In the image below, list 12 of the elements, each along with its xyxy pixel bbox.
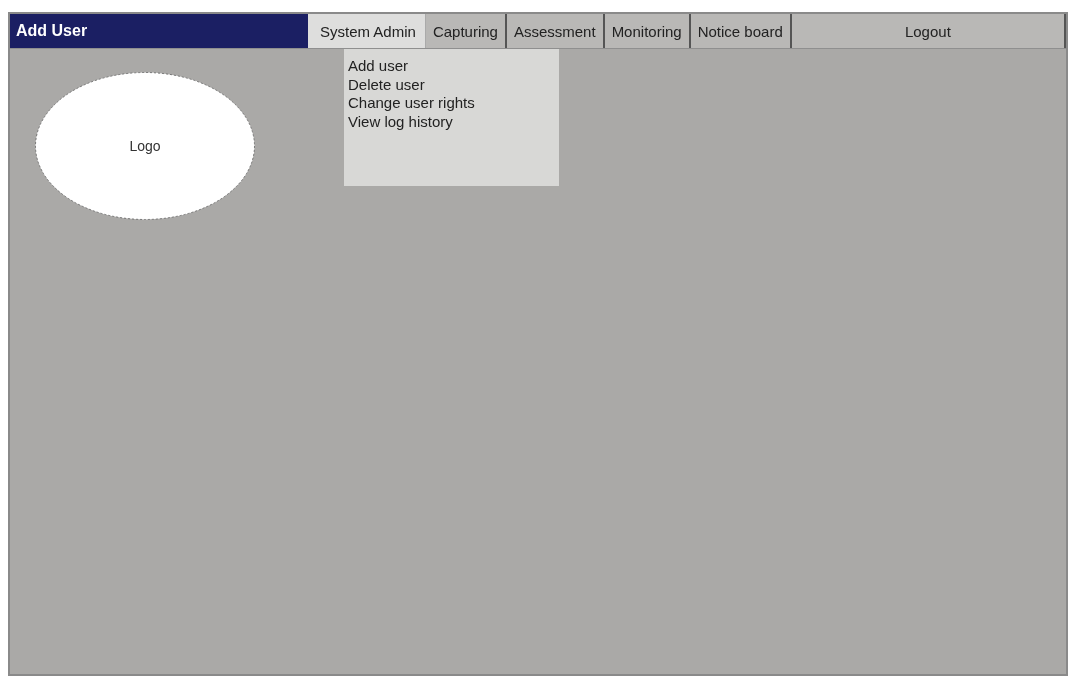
nav-tab[interactable]: Capturing xyxy=(425,14,507,48)
nav-tab[interactable]: Notice board xyxy=(690,14,792,48)
window-title: Add User xyxy=(10,14,308,48)
menu-item[interactable]: Change user rights xyxy=(348,94,475,113)
menu-item[interactable]: View log history xyxy=(348,112,453,131)
nav-tab[interactable]: System Admin xyxy=(308,14,426,48)
logo-label: Logo xyxy=(129,138,161,154)
menu-item[interactable]: Add user xyxy=(348,57,409,76)
nav-tab[interactable]: Assessment xyxy=(506,14,605,48)
nav-tab[interactable]: Monitoring xyxy=(604,14,691,48)
menu-item[interactable]: Delete user xyxy=(348,75,425,94)
nav-tab[interactable]: Logout xyxy=(791,14,1066,48)
